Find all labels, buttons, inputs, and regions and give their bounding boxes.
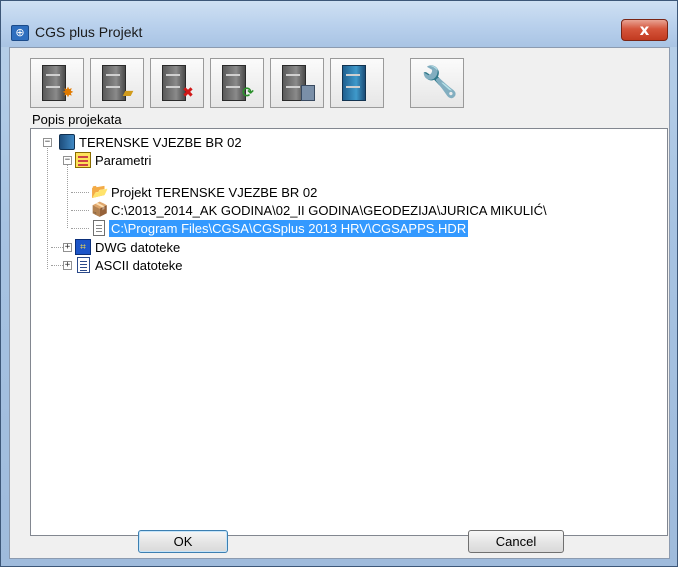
tree-line — [71, 210, 89, 211]
tree-node-ascii[interactable]: ASCII datoteke — [95, 257, 182, 274]
dwg-icon: ⌗ — [75, 239, 91, 255]
window-title: CGS plus Projekt — [35, 24, 143, 40]
tree-line — [71, 228, 89, 229]
file-icon — [93, 220, 105, 236]
open-project-button[interactable]: ▰ — [90, 58, 144, 108]
tree-line — [47, 142, 48, 269]
tree-node-hdr-selected[interactable]: C:\Program Files\CGSA\CGSplus 2013 HRV\C… — [109, 220, 469, 237]
close-button[interactable]: x — [621, 19, 668, 41]
project-cabinet-button[interactable] — [330, 58, 384, 108]
project-icon — [59, 134, 75, 150]
wrench-icon: 🔧 — [421, 65, 459, 100]
tree-line — [71, 192, 89, 193]
app-icon: ⊕ — [11, 25, 29, 41]
folder-open-icon: 📂 — [91, 184, 109, 200]
ascii-file-icon — [77, 257, 90, 273]
ok-button[interactable]: OK — [138, 530, 228, 553]
tree-node-root[interactable]: TERENSKE VJEZBE BR 02 — [79, 134, 242, 151]
copy-project-button[interactable] — [270, 58, 324, 108]
client-area: ✸ ▰ ✖ ⟳ 🔧 Popis projekata − TERENSKE VJE… — [9, 47, 670, 559]
document-icon — [301, 85, 315, 101]
tree-node-dwg[interactable]: DWG datoteke — [95, 239, 180, 256]
expand-toggle-ascii[interactable]: + — [63, 261, 72, 270]
project-list-label: Popis projekata — [32, 112, 122, 127]
delete-project-button[interactable]: ✖ — [150, 58, 204, 108]
refresh-project-button[interactable]: ⟳ — [210, 58, 264, 108]
delete-x-icon: ✖ — [182, 85, 194, 101]
cabinet-blue-icon — [342, 65, 366, 101]
title-bar[interactable]: ⊕ CGS plus Projekt x — [1, 1, 677, 47]
new-project-button[interactable]: ✸ — [30, 58, 84, 108]
collapse-toggle-root[interactable]: − — [43, 138, 52, 147]
expand-toggle-dwg[interactable]: + — [63, 243, 72, 252]
dialog-window: ⊕ CGS plus Projekt x ✸ ▰ ✖ ⟳ 🔧 Popis pro… — [0, 0, 678, 567]
tree-node-path[interactable]: C:\2013_2014_AK GODINA\02_II GODINA\GEOD… — [111, 202, 547, 219]
tree-node-projekt[interactable]: Projekt TERENSKE VJEZBE BR 02 — [111, 184, 317, 201]
tree-line — [67, 160, 68, 228]
cancel-button[interactable]: Cancel — [468, 530, 564, 553]
project-tree[interactable]: − TERENSKE VJEZBE BR 02 − Parametri 📂 Pr… — [30, 128, 668, 536]
parameters-icon — [75, 152, 91, 168]
settings-button[interactable]: 🔧 — [410, 58, 464, 108]
collapse-toggle-parametri[interactable]: − — [63, 156, 72, 165]
package-icon: 📦 — [91, 202, 109, 218]
folder-icon: ▰ — [122, 85, 134, 101]
tree-node-parametri[interactable]: Parametri — [95, 152, 151, 169]
refresh-arrows-icon: ⟳ — [242, 85, 254, 101]
new-star-icon: ✸ — [62, 85, 74, 101]
